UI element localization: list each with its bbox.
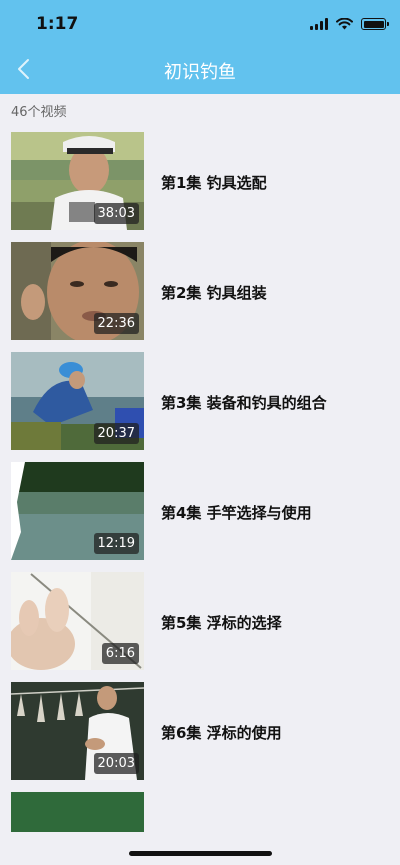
app-header: 1:17 初识钓鱼 xyxy=(0,0,400,94)
video-duration: 6:16 xyxy=(101,643,139,664)
video-thumbnail[interactable]: 20:37 xyxy=(11,352,144,450)
video-row[interactable]: 6:16 第5集 浮标的选择 xyxy=(0,562,400,672)
video-title: 第2集 钓具组装 xyxy=(161,284,267,302)
video-row-partial[interactable] xyxy=(0,782,400,832)
wifi-icon xyxy=(336,18,353,30)
video-title: 第5集 浮标的选择 xyxy=(161,614,282,632)
nav-bar: 初识钓鱼 xyxy=(0,44,400,94)
video-row[interactable]: 20:03 第6集 浮标的使用 xyxy=(0,672,400,782)
video-row[interactable]: 12:19 第4集 手竿选择与使用 xyxy=(0,452,400,562)
video-thumbnail[interactable]: 22:36 xyxy=(11,242,144,340)
video-row[interactable]: 22:36 第2集 钓具组装 xyxy=(0,232,400,342)
video-thumbnail[interactable]: 20:03 xyxy=(11,682,144,780)
video-count: 46个视频 xyxy=(11,105,67,120)
battery-icon xyxy=(361,18,389,30)
video-thumbnail[interactable]: 12:19 xyxy=(11,462,144,560)
video-title: 第6集 浮标的使用 xyxy=(161,724,282,742)
video-duration: 22:36 xyxy=(93,313,139,334)
video-duration: 20:37 xyxy=(93,423,139,444)
status-time: 1:17 xyxy=(36,14,79,34)
video-title: 第4集 手竿选择与使用 xyxy=(161,504,312,522)
video-row[interactable]: 20:37 第3集 装备和钓具的组合 xyxy=(0,342,400,452)
video-duration: 20:03 xyxy=(93,753,139,774)
video-row[interactable]: 38:03 第1集 钓具选配 xyxy=(0,122,400,232)
video-title: 第1集 钓具选配 xyxy=(161,174,267,192)
status-icons xyxy=(310,14,389,34)
home-indicator xyxy=(129,851,272,856)
video-thumbnail[interactable]: 38:03 xyxy=(11,132,144,230)
video-title: 第3集 装备和钓具的组合 xyxy=(161,394,327,412)
page-title: 初识钓鱼 xyxy=(164,62,236,83)
video-duration: 38:03 xyxy=(93,203,139,224)
video-duration: 12:19 xyxy=(93,533,139,554)
signal-icon xyxy=(310,18,328,30)
video-thumbnail[interactable] xyxy=(11,792,144,832)
video-thumbnail[interactable]: 6:16 xyxy=(11,572,144,670)
status-bar: 1:17 xyxy=(0,0,400,44)
